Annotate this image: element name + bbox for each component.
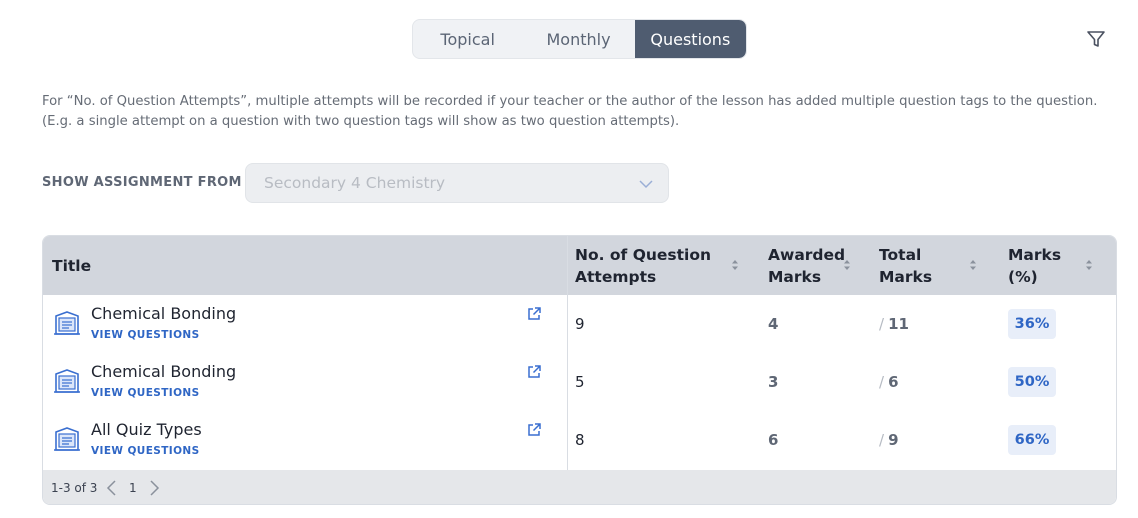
lesson-title: All Quiz Types: [91, 420, 202, 439]
external-link-icon[interactable]: [526, 422, 542, 438]
attempts-value: 8: [575, 431, 585, 449]
attempts-value: 5: [575, 373, 585, 391]
sort-icon[interactable]: [969, 258, 977, 272]
select-value: Secondary 4 Chemistry: [264, 174, 446, 192]
view-questions-link[interactable]: VIEW QUESTIONS: [91, 387, 200, 399]
table-row: Chemical Bonding VIEW QUESTIONS 5 3 /6 5…: [43, 353, 1116, 411]
view-questions-link[interactable]: VIEW QUESTIONS: [91, 329, 200, 341]
tab-questions[interactable]: Questions: [634, 20, 746, 58]
note-line-2: (E.g. a single attempt on a question wit…: [42, 114, 680, 129]
attempts-value: 9: [575, 315, 585, 333]
questions-table: Title No. of Question Attempts Awarded Mar…: [42, 235, 1117, 505]
attempts-note: For “No. of Question Attempts”, multiple…: [42, 92, 1122, 132]
tab-topical[interactable]: Topical: [413, 20, 522, 58]
external-link-icon[interactable]: [526, 364, 542, 380]
marks-percent-badge: 50%: [1008, 367, 1056, 397]
col-attempts[interactable]: No. of Question Attempts: [575, 244, 711, 288]
col-title[interactable]: Title: [52, 255, 91, 277]
col-total[interactable]: Total Marks: [879, 244, 932, 288]
show-assignment-label: SHOW ASSIGNMENT FROM: [42, 175, 242, 190]
pagination-range: 1-3 of 3: [51, 481, 98, 495]
view-tabs: Topical Monthly Questions: [412, 19, 747, 59]
external-link-icon[interactable]: [526, 306, 542, 322]
tab-monthly[interactable]: Monthly: [522, 20, 634, 58]
sort-icon[interactable]: [843, 258, 851, 272]
total-marks: /6: [879, 373, 899, 391]
page-number[interactable]: 1: [129, 481, 137, 495]
total-marks: /9: [879, 431, 899, 449]
awarded-marks-value: 4: [768, 315, 779, 333]
sort-icon[interactable]: [1085, 258, 1093, 272]
total-marks: /11: [879, 315, 909, 333]
table-row: Chemical Bonding VIEW QUESTIONS 9 4 /11 …: [43, 295, 1116, 353]
chevron-left-icon[interactable]: [105, 479, 119, 497]
lesson-book-icon: [54, 369, 80, 393]
total-marks-value: 11: [888, 315, 909, 333]
awarded-marks-value: 3: [768, 373, 779, 391]
col-awarded[interactable]: Awarded Marks: [768, 244, 845, 288]
total-marks-value: 9: [888, 431, 899, 449]
note-line-1: For “No. of Question Attempts”, multiple…: [42, 94, 1098, 109]
table-footer: 1-3 of 3 1: [43, 470, 1116, 504]
lesson-book-icon: [54, 311, 80, 335]
lesson-title: Chemical Bonding: [91, 304, 237, 323]
awarded-marks-value: 6: [768, 431, 779, 449]
lesson-book-icon: [54, 427, 80, 451]
view-questions-link[interactable]: VIEW QUESTIONS: [91, 445, 200, 457]
filter-icon[interactable]: [1085, 28, 1107, 50]
marks-percent-badge: 66%: [1008, 425, 1056, 455]
table-row: All Quiz Types VIEW QUESTIONS 8 6 /9 66%: [43, 411, 1116, 469]
sort-icon[interactable]: [731, 258, 739, 272]
total-marks-value: 6: [888, 373, 899, 391]
table-header: Title No. of Question Attempts Awarded Mar…: [43, 236, 1116, 295]
marks-percent-badge: 36%: [1008, 309, 1056, 339]
lesson-title: Chemical Bonding: [91, 362, 237, 381]
chevron-down-icon: [639, 180, 653, 189]
chevron-right-icon[interactable]: [147, 479, 161, 497]
col-marks-pct[interactable]: Marks (%): [1008, 244, 1061, 288]
assignment-source-select[interactable]: Secondary 4 Chemistry: [245, 163, 669, 203]
